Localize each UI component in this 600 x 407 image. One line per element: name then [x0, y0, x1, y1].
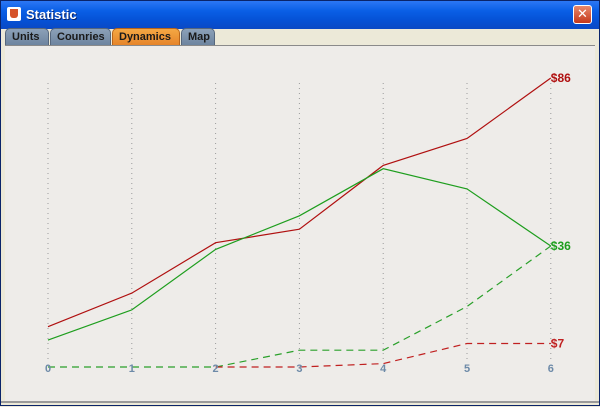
x-tick-label-3: 3: [296, 363, 302, 375]
x-tick-label-6: 6: [548, 363, 554, 375]
x-tick-label-4: 4: [380, 363, 387, 375]
status-divider: [1, 401, 599, 403]
end-label-red_solid: $86: [551, 71, 571, 85]
x-tick-label-1: 1: [129, 363, 135, 375]
dynamics-chart: 0 1 2 3 4 5 6 $86 $36 $7: [45, 71, 571, 375]
statistic-window: Statistic ✕ Units Counries Dynamics Map …: [0, 0, 600, 406]
end-label-red_dash: $7: [551, 336, 565, 350]
x-tick-label-0: 0: [45, 363, 51, 375]
series-green_solid: [47, 168, 552, 341]
x-tick-label-5: 5: [464, 363, 470, 375]
end-label-green_solid: $36: [551, 239, 571, 253]
x-tick-label-2: 2: [213, 363, 219, 375]
series-red_solid: [47, 77, 552, 328]
